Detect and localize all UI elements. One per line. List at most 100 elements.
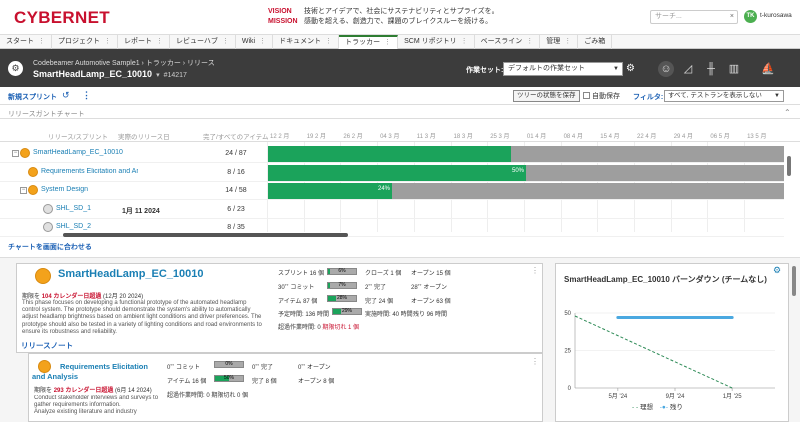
- gantt-icon[interactable]: ╫: [703, 61, 719, 77]
- save-tree-state-button[interactable]: ツリーの状態を保存: [513, 90, 580, 102]
- chevron-down-icon: ▼: [613, 66, 619, 72]
- ideal-line: [574, 315, 733, 389]
- gantt-bar[interactable]: [268, 146, 784, 162]
- gantt-section-header[interactable]: リリースガントチャート ⌃: [0, 107, 800, 119]
- tab-document[interactable]: ドキュメント ⋮: [273, 35, 340, 50]
- date-header: 22 4 月: [637, 134, 657, 140]
- due-text: 期限を 293 カレンダー日超過 (6月 14 2024): [34, 388, 152, 394]
- gantt-bar[interactable]: 50%: [268, 164, 784, 181]
- gantt-row[interactable]: Requirements Elicitation and Ana 8 / 16 50…: [0, 164, 784, 182]
- robot-icon[interactable]: ☺: [658, 61, 674, 77]
- legend-remaining: 残り: [669, 404, 683, 411]
- toolbar: 新規スプリント ↺ ⋮ ツリーの状態を保存 自動保存 フィルタ: すべて, テス…: [0, 87, 800, 105]
- tab-wiki[interactable]: Wiki ⋮: [236, 35, 274, 50]
- chart-title: SmartHeadLamp_EC_10010 バーンダウン (チームなし): [564, 275, 767, 284]
- date-header: 04 3 月: [380, 134, 400, 140]
- done-count: 2˚˚ 完了: [365, 285, 387, 291]
- release-icon: [35, 268, 51, 284]
- open-count: オープン 15 個: [411, 271, 451, 277]
- ruler-icon[interactable]: ◿: [680, 61, 696, 77]
- release-icon[interactable]: ⛵: [760, 61, 776, 77]
- gantt-row[interactable]: − SmartHeadLamp_EC_10010 24 / 87: [0, 145, 784, 163]
- auto-save-checkbox[interactable]: 自動保存: [583, 91, 620, 101]
- collapse-icon[interactable]: ⌃: [784, 108, 791, 117]
- col-count-header[interactable]: 完了/すべてのアイテム: [203, 131, 268, 141]
- sprint-title[interactable]: Requirements Elicitation and Analysis: [32, 362, 152, 382]
- tab-scm-repository[interactable]: SCM リポジトリ ⋮: [398, 35, 475, 50]
- new-sprint-button[interactable]: 新規スプリント: [8, 92, 57, 102]
- tab-report[interactable]: レポート ⋮: [118, 35, 170, 50]
- items-count: アイテム 16 個: [167, 379, 207, 385]
- gantt-row[interactable]: SHL_SD_1 1月 11 2024 6 / 23: [0, 201, 784, 219]
- expand-toggle[interactable]: −: [20, 187, 27, 194]
- release-name-link[interactable]: SmartHeadLamp_EC_10010: [33, 149, 138, 156]
- release-icon: [43, 203, 53, 214]
- item-count: 8 / 35: [227, 224, 245, 231]
- gear-icon[interactable]: ⚙: [626, 63, 635, 74]
- release-note-link[interactable]: リリースノート: [21, 340, 73, 351]
- open-items-count: オープン 63 個: [411, 299, 451, 305]
- tab-start[interactable]: スタート ⋮: [0, 35, 52, 50]
- avatar[interactable]: TK: [744, 10, 757, 23]
- chevron-down-icon: ▼: [774, 93, 780, 99]
- expand-toggle[interactable]: −: [12, 150, 19, 157]
- items-progress: 50%: [214, 375, 244, 382]
- chevron-down-icon[interactable]: ▾: [156, 72, 160, 79]
- settings-icon[interactable]: ⚙: [773, 265, 781, 276]
- item-count: 8 / 16: [227, 168, 245, 176]
- vertical-scrollbar[interactable]: [792, 266, 796, 296]
- release-name-link[interactable]: Requirements Elicitation and Ana: [41, 168, 138, 175]
- fit-chart-link[interactable]: チャートを画面に合わせる: [8, 242, 92, 252]
- history-icon[interactable]: ↺: [62, 90, 70, 101]
- open-items-count: オープン 8 個: [298, 379, 335, 385]
- vertical-scrollbar[interactable]: [787, 156, 791, 176]
- hours-progress: 29%: [332, 308, 362, 315]
- company-logo[interactable]: CYBERNET: [14, 8, 110, 28]
- date-header: 18 3 月: [453, 134, 473, 140]
- date-header: 15 4 月: [600, 134, 620, 140]
- remaining-hours: 残り 96 時間: [413, 312, 448, 318]
- gantt-bar-progress: [268, 146, 511, 162]
- user-name[interactable]: t-kurosawa: [760, 12, 792, 19]
- release-name-link[interactable]: System Design: [41, 186, 138, 193]
- date-header: 08 4 月: [563, 134, 583, 140]
- commit-count: 0˚˚ コミット: [167, 365, 201, 371]
- tab-project[interactable]: プロジェクト ⋮: [52, 35, 118, 50]
- tab-tracker[interactable]: トラッカー ⋮: [339, 35, 399, 50]
- items-progress: 28%: [327, 295, 357, 302]
- tab-admin[interactable]: 管理 ⋮: [540, 35, 579, 50]
- release-title[interactable]: SmartHeadLamp_EC_10010: [58, 268, 204, 280]
- gantt-bar-label: 24%: [378, 186, 391, 192]
- workset-select[interactable]: デフォルトの作業セット ▼: [503, 62, 623, 76]
- date-header: 01 4 月: [526, 134, 547, 140]
- more-icon[interactable]: ⋮: [531, 357, 539, 366]
- bar-chart-icon[interactable]: ▥: [726, 61, 742, 77]
- filter-select[interactable]: すべて, テストランを表示しない ▼: [664, 90, 784, 102]
- release-icon: [43, 222, 53, 232]
- breadcrumb[interactable]: Codebeamer Automotive Sample1 › トラッカー › …: [33, 58, 215, 68]
- main-nav-tabs: スタート ⋮ プロジェクト ⋮ レポート ⋮ レビューハブ ⋮ Wiki ⋮ ドキュメント…: [0, 34, 800, 50]
- col-date-header[interactable]: 実際のリリース日: [118, 131, 170, 141]
- y-tick-label: 25: [564, 349, 571, 355]
- filter-label: フィルタ:: [633, 94, 664, 101]
- gantt-row[interactable]: − System Design 14 / 58 24%: [0, 182, 784, 200]
- mission-line: MISSION 感動を超える、創造力で、課題のブレイクスルーを続ける。: [268, 18, 493, 25]
- search-input[interactable]: サーチ... ×: [650, 10, 738, 24]
- more-icon[interactable]: ⋮: [82, 90, 91, 101]
- tab-baseline[interactable]: ベースライン ⋮: [475, 35, 541, 50]
- tab-review-hub[interactable]: レビューハブ ⋮: [170, 35, 236, 50]
- overtime-line: 超過作業時間: 0 期限切れ 1 個: [278, 325, 360, 331]
- page-title: SmartHeadLamp_EC_10010 ▾ #14217: [33, 69, 187, 79]
- date-header: 12 2 月: [270, 134, 290, 140]
- legend-remaining-marker: -●-: [659, 404, 669, 411]
- gantt-header: リリース/スプリント 実際のリリース日 完了/すべてのアイテム 12 2 月 19…: [0, 128, 800, 142]
- gantt-bar[interactable]: 24%: [268, 183, 784, 199]
- close-icon[interactable]: ×: [730, 11, 734, 23]
- release-name-link[interactable]: SHL_SD_2: [56, 223, 138, 230]
- tab-trash[interactable]: ごみ箱: [578, 35, 613, 50]
- more-icon[interactable]: ⋮: [531, 266, 539, 275]
- commit-progress: 0%: [214, 361, 244, 368]
- col-release-header[interactable]: リリース/スプリント: [48, 131, 108, 141]
- sprint-count: スプリント 16 個: [278, 271, 325, 277]
- horizontal-scrollbar[interactable]: [63, 233, 348, 237]
